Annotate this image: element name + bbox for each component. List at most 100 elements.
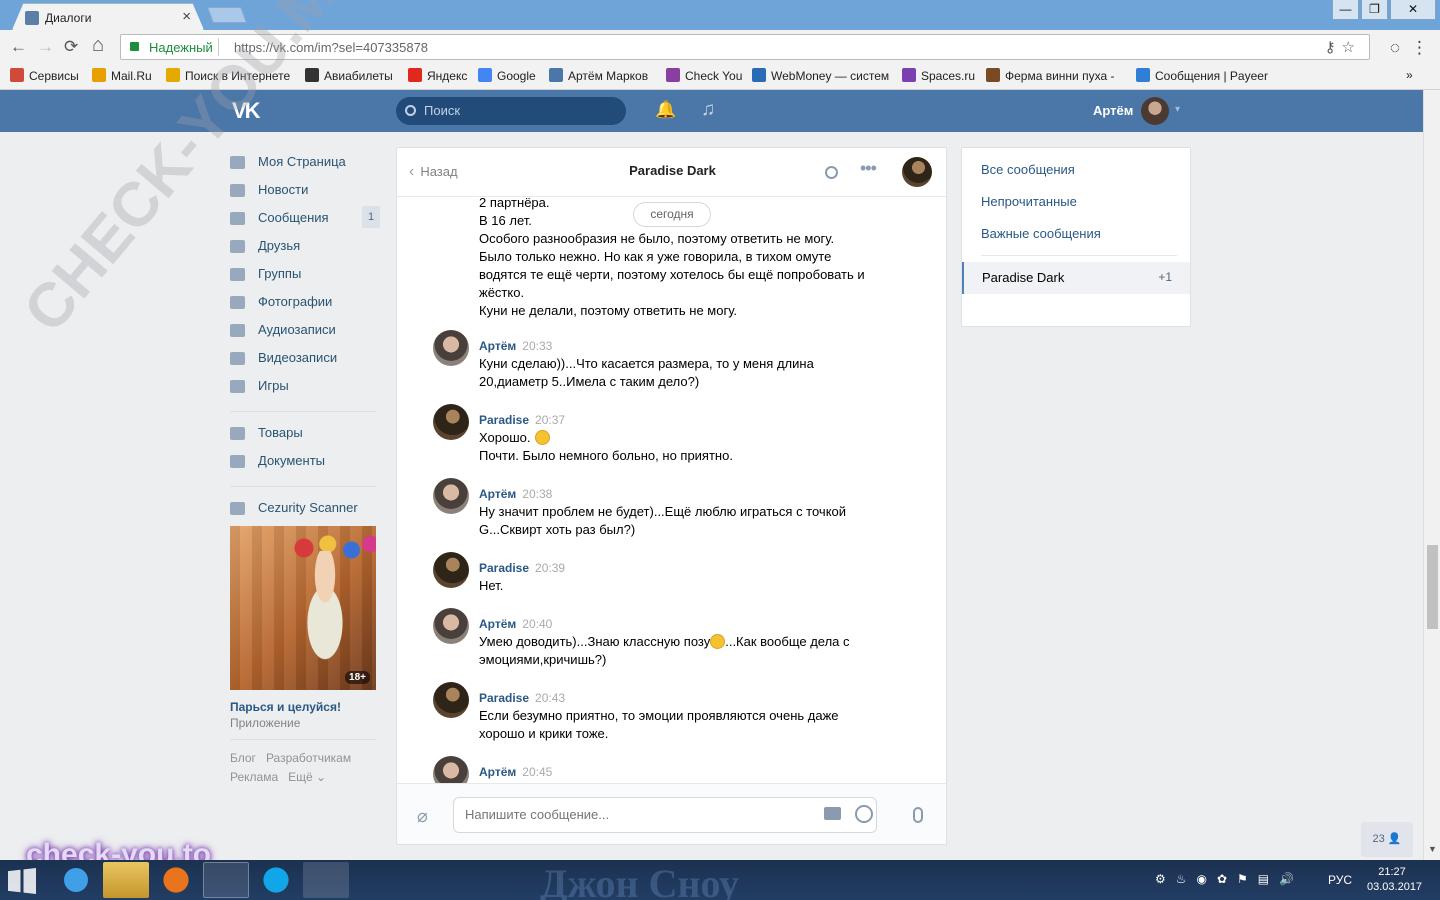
bookmark-item[interactable]: Артём Марков <box>549 68 648 83</box>
message-avatar[interactable] <box>433 404 469 440</box>
camera-icon[interactable] <box>824 807 841 820</box>
message-avatar[interactable] <box>433 608 469 644</box>
online-friends-button[interactable]: 23 👤 <box>1361 822 1413 857</box>
back-icon[interactable]: ← <box>10 37 27 57</box>
page-scrollbar[interactable]: ▼ <box>1423 90 1440 860</box>
filter-all[interactable]: Все сообщения <box>981 162 1075 177</box>
sidebar-item[interactable]: Моя Страница <box>230 150 376 178</box>
sidebar-item[interactable]: Игры <box>230 374 376 402</box>
bookmark-item[interactable]: Google <box>478 68 536 83</box>
forward-icon[interactable]: → <box>37 37 54 57</box>
bookmark-item[interactable]: Spaces.ru <box>902 68 975 83</box>
music-icon[interactable]: ♫ <box>701 99 715 121</box>
author-name[interactable]: Артём <box>479 487 516 501</box>
bookmark-item[interactable]: Check You <box>666 68 742 83</box>
bookmark-item[interactable]: Сообщения | Payeer <box>1136 68 1268 83</box>
sidebar-item[interactable]: Новости <box>230 178 376 206</box>
microphone-icon[interactable] <box>913 807 923 823</box>
emoji-icon[interactable] <box>855 805 873 823</box>
filter-unread[interactable]: Непрочитанные <box>981 194 1077 209</box>
sidebar-item[interactable]: Видеозаписи <box>230 346 376 374</box>
author-name[interactable]: Артём <box>479 765 516 779</box>
scroll-down-icon[interactable]: ▼ <box>1428 844 1437 854</box>
app-icon[interactable] <box>303 862 349 898</box>
chevron-down-icon[interactable]: ▾ <box>1175 104 1180 115</box>
windows-start-icon[interactable] <box>8 868 36 894</box>
maximize-button[interactable]: ❐ <box>1361 0 1388 20</box>
message-author[interactable]: Paradise 20:39 <box>479 561 565 575</box>
footer-ads-link[interactable]: Реклама <box>230 770 278 784</box>
sidebar-item[interactable]: Сообщения 1 <box>230 206 380 234</box>
tab-close-icon[interactable]: × <box>182 8 191 25</box>
message-input-box[interactable] <box>453 797 877 833</box>
system-tray-icons[interactable]: ⚙♨◉✿⚑▤🔊 <box>1155 872 1304 886</box>
bookmark-item[interactable]: WebMoney — систем <box>752 68 889 83</box>
skype-icon[interactable] <box>253 862 299 898</box>
sidebar-item[interactable]: Группы <box>230 262 376 290</box>
bookmark-star-icon[interactable]: ⚷☆ <box>1325 38 1361 56</box>
author-name[interactable]: Paradise <box>479 691 529 705</box>
vk-logo[interactable]: VK <box>232 98 261 124</box>
omnibox[interactable]: Надежный https://vk.com/im?sel=407335878… <box>120 34 1370 60</box>
message-author[interactable]: Paradise 20:43 <box>479 691 565 705</box>
ad-image[interactable]: 18+ <box>230 526 376 690</box>
user-name[interactable]: Артём <box>1093 103 1133 118</box>
chat-avatar[interactable] <box>902 157 932 187</box>
message-avatar[interactable] <box>433 330 469 366</box>
author-name[interactable]: Paradise <box>479 561 529 575</box>
language-indicator[interactable]: РУС <box>1328 873 1352 887</box>
message-input[interactable] <box>465 807 805 822</box>
message-author[interactable]: Артём 20:33 <box>479 339 552 353</box>
sidebar-item[interactable]: Cezurity Scanner <box>230 496 376 524</box>
footer-blog-link[interactable]: Блог <box>230 751 256 765</box>
bell-icon[interactable]: 🔔 <box>655 100 676 120</box>
ie-icon[interactable] <box>53 862 99 898</box>
message-author[interactable]: Артём 20:45 <box>479 765 552 779</box>
message-avatar[interactable] <box>433 552 469 588</box>
author-name[interactable]: Артём <box>479 339 516 353</box>
filter-important[interactable]: Важные сообщения <box>981 226 1101 241</box>
sidebar-item[interactable]: Товары <box>230 421 376 449</box>
message-avatar[interactable] <box>433 756 469 783</box>
new-tab-button[interactable] <box>207 7 247 23</box>
minimize-button[interactable]: — <box>1332 0 1359 20</box>
author-name[interactable]: Paradise <box>479 413 529 427</box>
browser-menu-icon[interactable]: ⋮ <box>1411 38 1428 58</box>
extension-icon[interactable]: ◌ <box>1390 38 1400 58</box>
bookmark-item[interactable]: Яндекс <box>408 68 467 83</box>
sidebar-item[interactable]: Фотографии <box>230 290 376 318</box>
message-author[interactable]: Paradise 20:37 <box>479 413 565 427</box>
reload-icon[interactable]: ⟳ <box>64 37 78 57</box>
user-avatar[interactable] <box>1141 97 1169 125</box>
more-options-icon[interactable]: ••• <box>860 158 877 179</box>
close-window-button[interactable]: ✕ <box>1390 0 1436 20</box>
paperclip-icon[interactable]: ⌀ <box>417 806 428 827</box>
bookmarks-more-button[interactable]: » <box>1406 68 1413 82</box>
bookmark-item[interactable]: Ферма винни пуха - <box>986 68 1114 83</box>
message-author[interactable]: Артём 20:38 <box>479 487 552 501</box>
active-dialog-item[interactable]: Paradise Dark +1 <box>962 262 1190 294</box>
bookmark-item[interactable]: Сервисы <box>10 68 79 83</box>
scrollbar-thumb[interactable] <box>1427 545 1438 629</box>
vk-search-input[interactable]: Поиск <box>396 97 626 125</box>
sidebar-item[interactable]: Документы <box>230 449 376 477</box>
firefox-icon[interactable] <box>153 862 199 898</box>
footer-dev-link[interactable]: Разработчикам <box>266 751 351 765</box>
bookmark-item[interactable]: Авиабилеты <box>305 68 393 83</box>
home-icon[interactable]: ⌂ <box>92 34 104 57</box>
message-author[interactable]: Артём 20:40 <box>479 617 552 631</box>
url-text[interactable]: https://vk.com/im?sel=407335878 <box>234 40 428 55</box>
browser-tab[interactable]: Диалоги × <box>12 3 204 30</box>
sidebar-item[interactable]: Аудиозаписи <box>230 318 376 346</box>
footer-more-link[interactable]: Ещё ⌄ <box>288 770 326 784</box>
search-icon[interactable] <box>825 166 838 179</box>
ad-title[interactable]: Парься и целуйся! <box>230 700 376 714</box>
author-name[interactable]: Артём <box>479 617 516 631</box>
chrome-icon[interactable] <box>203 862 249 898</box>
message-avatar[interactable] <box>433 682 469 718</box>
message-avatar[interactable] <box>433 478 469 514</box>
explorer-icon[interactable] <box>103 862 149 898</box>
clock[interactable]: 21:27 03.03.2017 <box>1367 865 1422 895</box>
sidebar-item[interactable]: Друзья <box>230 234 376 262</box>
bookmark-item[interactable]: Mail.Ru <box>92 68 152 83</box>
